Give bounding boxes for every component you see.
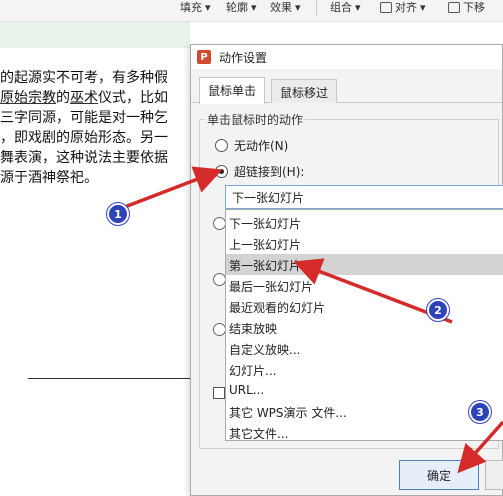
ruler-strip: [0, 22, 190, 48]
step-badge-2: 2: [427, 299, 449, 321]
doc-line: 的起源实不可考，有多种假: [0, 70, 168, 86]
ribbon-divider: [316, 0, 317, 16]
cancel-button[interactable]: [485, 460, 503, 490]
tab-mouse-over[interactable]: 鼠标移过: [271, 79, 338, 103]
fill-button[interactable]: 填充 ▾: [180, 0, 211, 15]
option-end-show[interactable]: 结束放映: [226, 317, 503, 338]
radio-no-action[interactable]: 无动作(N): [215, 137, 288, 154]
option-last-slide[interactable]: 最后一张幻灯片: [226, 275, 503, 296]
doc-line: ，即戏剧的原始形态。另一: [0, 130, 168, 146]
dialog-title: 动作设置: [219, 50, 268, 65]
option-next-slide[interactable]: 下一张幻灯片: [226, 212, 503, 233]
align-button[interactable]: 对齐 ▾: [380, 0, 426, 14]
document-text: 的起源实不可考，有多种假 原始宗教的巫术仪式，比如 三字同源，可能是对一种乞 ，…: [0, 68, 200, 188]
ok-button[interactable]: 确定: [399, 460, 479, 490]
radio-button-checked[interactable]: [215, 165, 228, 178]
option-other-file[interactable]: 其它文件...: [226, 422, 503, 443]
option-last-viewed-slide[interactable]: 最近观看的幻灯片: [226, 296, 503, 317]
group-label: 单击鼠标时的动作: [205, 111, 306, 128]
ribbon-toolbar: 填充 ▾ 轮廓 ▾ 效果 ▾ 组合 ▾ 对齐 ▾ 下移: [0, 0, 503, 22]
step-badge-3: 3: [469, 401, 491, 423]
option-slide[interactable]: 幻灯片...: [226, 359, 503, 380]
option-other-wps-file[interactable]: 其它 WPS演示 文件...: [226, 401, 503, 422]
step-badge-1: 1: [107, 203, 129, 225]
doc-line: 源于酒神祭祀。: [0, 170, 98, 186]
dialog-titlebar[interactable]: P 动作设置: [191, 45, 502, 69]
action-settings-dialog: P 动作设置 鼠标单击 鼠标移过 单击鼠标时的动作 无动作(N) 超链接到(H)…: [190, 44, 503, 496]
wps-presentation-icon: P: [197, 50, 211, 64]
doc-line: 原始宗教的巫术仪式，比如: [0, 90, 168, 106]
doc-line: 舞表演，这种说法主要依据: [0, 150, 168, 166]
option-first-slide[interactable]: 第一张幻灯片: [226, 254, 503, 275]
effect-button[interactable]: 效果 ▾: [270, 0, 301, 15]
horizontal-rule: [28, 378, 200, 379]
tab-mouse-click[interactable]: 鼠标单击: [199, 77, 266, 104]
move-down-icon: [448, 1, 460, 13]
play-sound-checkbox[interactable]: [213, 387, 225, 399]
radio-button[interactable]: [215, 139, 228, 152]
option-url[interactable]: URL...: [226, 380, 503, 401]
radio-hyperlink[interactable]: 超链接到(H):: [215, 163, 304, 180]
doc-line: 三字同源，可能是对一种乞: [0, 110, 168, 126]
outline-button[interactable]: 轮廓 ▾: [226, 0, 257, 15]
dialog-tabs: 鼠标单击 鼠标移过: [191, 77, 502, 104]
hyperlink-select[interactable]: 下一张幻灯片: [225, 185, 503, 209]
option-custom-show[interactable]: 自定义放映...: [226, 338, 503, 359]
align-icon: [380, 1, 392, 13]
move-down-button[interactable]: 下移: [448, 0, 485, 14]
option-previous-slide[interactable]: 上一张幻灯片: [226, 233, 503, 254]
group-button[interactable]: 组合 ▾: [330, 0, 361, 15]
hyperlink-dropdown-list: 下一张幻灯片 上一张幻灯片 第一张幻灯片 最后一张幻灯片 最近观看的幻灯片 结束…: [225, 209, 503, 441]
